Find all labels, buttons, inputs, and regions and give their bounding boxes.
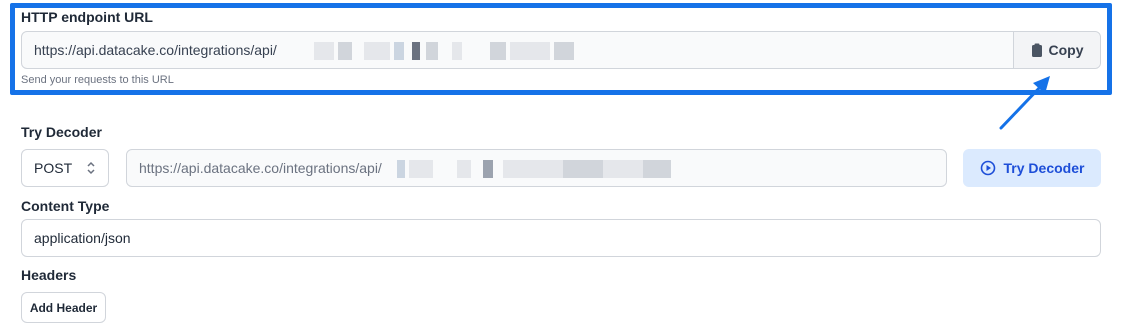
decoder-url-text: https://api.datacake.co/integrations/api…: [139, 160, 382, 176]
annotation-arrow-icon: [999, 76, 1050, 130]
content-type-input[interactable]: application/json: [21, 219, 1101, 257]
endpoint-hint: Send your requests to this URL: [21, 74, 174, 86]
method-value: POST: [34, 160, 73, 176]
redacted-url-part: [314, 42, 584, 60]
headers-label: Headers: [21, 267, 77, 283]
endpoint-url-field[interactable]: https://api.datacake.co/integrations/api…: [21, 31, 1101, 69]
clipboard-icon: [1031, 43, 1042, 57]
endpoint-url-text: https://api.datacake.co/integrations/api…: [34, 42, 277, 58]
try-decoder-button[interactable]: Try Decoder: [963, 149, 1101, 187]
copy-label: Copy: [1048, 42, 1084, 58]
copy-button[interactable]: Copy: [1013, 32, 1100, 68]
endpoint-label: HTTP endpoint URL: [21, 9, 153, 25]
content-type-value: application/json: [34, 230, 131, 246]
add-header-button[interactable]: Add Header: [21, 292, 106, 323]
try-decoder-button-label: Try Decoder: [1003, 160, 1085, 176]
method-select[interactable]: POST: [21, 149, 109, 187]
redacted-url-part: [397, 160, 672, 178]
content-type-label: Content Type: [21, 198, 110, 214]
play-circle-icon: [980, 160, 995, 176]
try-decoder-label: Try Decoder: [21, 124, 102, 140]
chevron-updown-icon: [87, 161, 95, 175]
decoder-url-field[interactable]: https://api.datacake.co/integrations/api…: [126, 149, 947, 187]
